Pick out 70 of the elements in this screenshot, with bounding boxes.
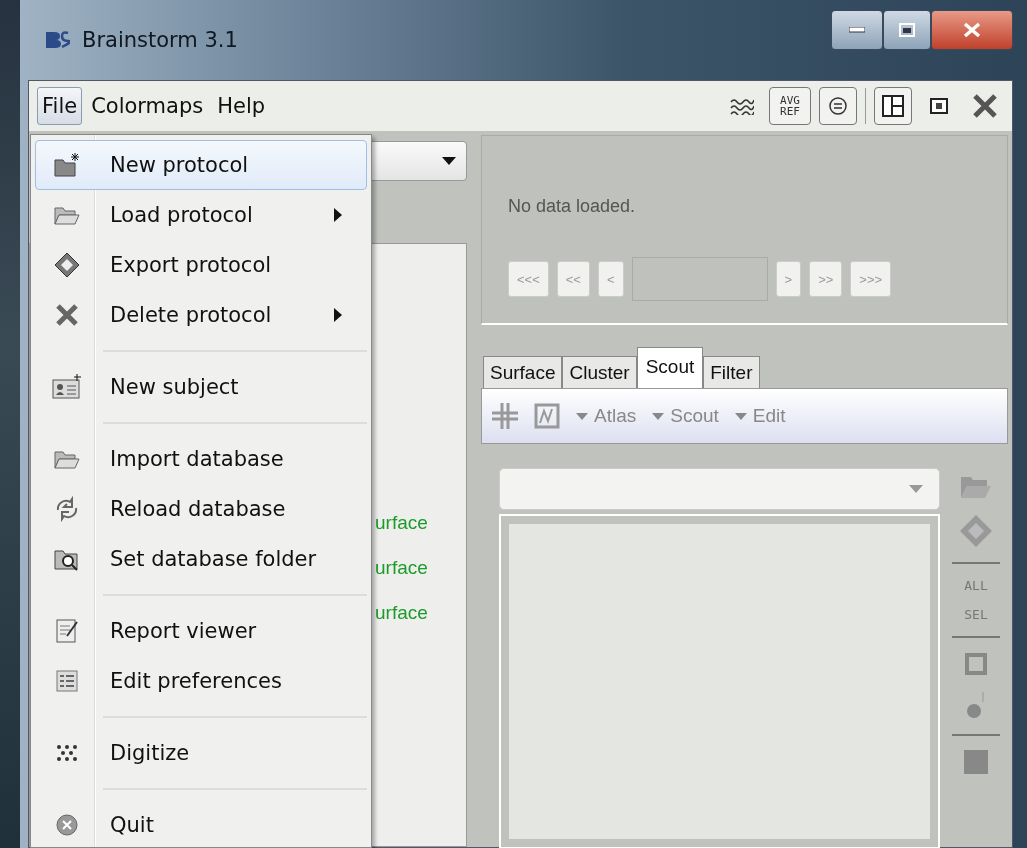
folder-icon [53, 204, 81, 226]
close-button[interactable] [931, 10, 1013, 50]
quit-icon [55, 813, 79, 837]
tab[interactable]: Surface [483, 356, 563, 388]
menu-item-label: Digitize [110, 741, 191, 765]
caret-icon [442, 157, 456, 165]
new-folder-icon [53, 152, 81, 178]
cross-grid-icon [492, 403, 518, 429]
menu-item-label: Delete protocol [110, 303, 273, 327]
square-icon [964, 652, 988, 676]
menu-item-label: New subject [110, 375, 240, 399]
waves-icon [730, 97, 754, 115]
menu-item[interactable]: Colormaps [86, 87, 209, 125]
menu-item-label: Report viewer [110, 619, 258, 643]
tab[interactable]: Scout [636, 347, 704, 388]
folder-icon [53, 448, 81, 470]
menu-item-label: Reload database [110, 497, 287, 521]
chart-icon [534, 403, 560, 429]
menu-item-label: New protocol [110, 153, 250, 177]
filled-square-icon [964, 750, 988, 774]
menu-item[interactable]: Quit [35, 800, 367, 848]
reload-icon [54, 496, 80, 522]
menu-item-label: Export protocol [110, 253, 273, 277]
menu-item-label: Edit preferences [110, 669, 283, 693]
menu-item-label: Import database [110, 447, 285, 471]
menu-item-label: Load protocol [110, 203, 254, 227]
document-edit-icon [55, 618, 79, 644]
menu-item[interactable]: Delete protocol [35, 290, 367, 340]
layout-icon [881, 94, 905, 118]
minimize-icon [849, 27, 865, 33]
menu-item[interactable]: Report viewer [35, 606, 367, 656]
caret-icon [909, 485, 923, 493]
menu-item-label: Set database folder [110, 547, 318, 571]
minimize-button[interactable] [831, 10, 883, 50]
menu-item[interactable]: Export protocol [35, 240, 367, 290]
menu-item[interactable]: Set database folder [35, 534, 367, 584]
caret-icon [576, 412, 588, 420]
maximize-icon [899, 23, 915, 37]
dots-icon [56, 744, 78, 762]
menu-item[interactable]: Edit preferences [35, 656, 367, 706]
menu-item[interactable]: New subject [35, 362, 367, 412]
menu-item[interactable]: Digitize [35, 728, 367, 778]
status-text: No data loaded. [508, 196, 637, 217]
window-title: Brainstorm 3.1 [82, 28, 238, 52]
list-icon [55, 669, 79, 693]
tab[interactable]: Filter [703, 356, 760, 388]
menu-item[interactable]: File [37, 87, 83, 125]
close-icon [972, 93, 998, 119]
close-icon [963, 22, 981, 38]
layout-button[interactable] [874, 87, 912, 125]
filter-toggle-button[interactable] [819, 87, 857, 125]
menu-item[interactable]: Help [212, 87, 271, 125]
menu-item[interactable]: Load protocol [35, 190, 367, 240]
folder-search-icon [53, 547, 81, 571]
menu-item[interactable]: Import database [35, 434, 367, 484]
tab[interactable]: Cluster [562, 356, 637, 388]
caret-icon [734, 412, 747, 420]
menu-item[interactable]: New protocol [35, 140, 367, 190]
subject-card-icon [52, 374, 82, 400]
delete-icon [55, 303, 79, 327]
dot-icon [965, 690, 987, 720]
window-icon [930, 98, 948, 114]
logo-icon [44, 30, 70, 50]
folder-icon [959, 474, 993, 500]
menu-item-label: Quit [110, 813, 155, 837]
average-reference-button[interactable]: AVG REF [769, 87, 811, 125]
circle-lines-icon [828, 96, 848, 116]
maximize-button[interactable] [883, 10, 931, 50]
menu-item[interactable]: Reload database [35, 484, 367, 534]
caret-icon [652, 412, 665, 420]
